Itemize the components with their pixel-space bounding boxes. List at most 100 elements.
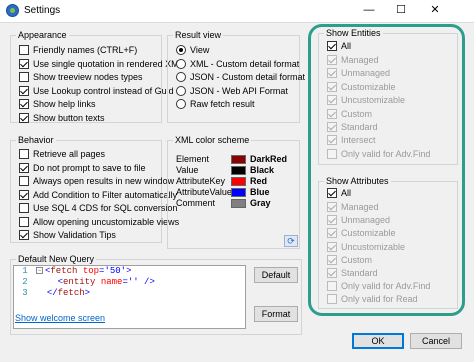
checkbox-option[interactable]: Do not prompt to save to file xyxy=(19,162,146,174)
checkbox-option[interactable]: Add Condition to Filter automatically xyxy=(19,189,177,201)
checkbox[interactable] xyxy=(19,162,29,173)
color-scheme-key: Comment xyxy=(176,198,216,208)
color-scheme-key: Element xyxy=(176,154,210,164)
checkbox[interactable] xyxy=(327,188,337,198)
checkbox-option[interactable]: Always open results in new window xyxy=(19,175,174,187)
checkbox[interactable] xyxy=(19,203,29,213)
checkbox[interactable] xyxy=(327,122,337,132)
cancel-button[interactable]: Cancel xyxy=(410,333,462,349)
checkbox[interactable] xyxy=(327,254,337,265)
close-button[interactable]: ✕ xyxy=(420,0,450,22)
radio-option[interactable]: View xyxy=(176,44,209,56)
maximize-button[interactable]: ☐ xyxy=(386,0,416,22)
checkbox-option[interactable]: Use Lookup control instead of Guid xyxy=(19,85,174,97)
checkbox-option[interactable]: Intersect xyxy=(327,134,376,146)
checkbox-option[interactable]: Show button texts xyxy=(19,112,105,124)
checkbox-option[interactable]: Customizable xyxy=(327,227,396,239)
checkbox[interactable] xyxy=(19,45,29,55)
checkbox-option[interactable]: Use single quotation in rendered XML xyxy=(19,58,184,70)
radio-option[interactable]: Raw fetch result xyxy=(176,98,255,110)
color-swatch[interactable] xyxy=(231,187,246,197)
checkbox-option[interactable]: Managed xyxy=(327,201,379,213)
checkbox[interactable] xyxy=(19,176,29,186)
show-entities-title: Show Entities xyxy=(324,28,383,39)
checkbox-option[interactable]: Unmanaged xyxy=(327,67,390,79)
checkbox[interactable] xyxy=(327,148,337,159)
checkbox-option[interactable]: Retrieve all pages xyxy=(19,148,105,160)
checkbox-option[interactable]: Customizable xyxy=(327,81,396,93)
checkbox[interactable] xyxy=(327,202,337,212)
radio-option[interactable]: JSON - Web API Format xyxy=(176,85,288,97)
code-line-1: − <fetch top='50'> xyxy=(36,266,132,276)
checkbox[interactable] xyxy=(19,149,29,159)
radio-option[interactable]: JSON - Custom detail format xyxy=(176,71,305,83)
code-line-3: </fetch> xyxy=(46,288,91,298)
radio-button[interactable] xyxy=(176,45,186,55)
checkbox[interactable] xyxy=(19,85,29,96)
default-button[interactable]: Default xyxy=(254,267,298,283)
show-welcome-screen-link[interactable]: Show welcome screen xyxy=(15,313,105,323)
checkbox[interactable] xyxy=(19,99,29,109)
checkbox-option[interactable]: Managed xyxy=(327,54,379,66)
minimize-button[interactable]: — xyxy=(354,0,384,22)
result-view-group: Result view View XML - Custom detail form… xyxy=(167,30,305,123)
radio-button[interactable] xyxy=(176,99,186,109)
checkbox-option[interactable]: Standard xyxy=(327,121,378,133)
checkbox-option[interactable]: Use SQL 4 CDS for SQL conversion xyxy=(19,202,177,214)
checkbox[interactable] xyxy=(327,55,337,65)
checkbox-label: Managed xyxy=(341,55,379,65)
radio-button[interactable] xyxy=(176,58,186,69)
checkbox-option[interactable]: Allow opening uncustomizable views xyxy=(19,216,179,228)
checkbox-option[interactable]: Custom xyxy=(327,108,372,120)
checkbox[interactable] xyxy=(19,189,29,200)
format-button[interactable]: Format xyxy=(254,306,298,322)
color-swatch[interactable] xyxy=(231,176,246,186)
checkbox-option[interactable]: Unmanaged xyxy=(327,214,390,226)
checkbox[interactable] xyxy=(19,58,29,69)
color-scheme-key: AttributeValue xyxy=(176,187,232,197)
reset-colors-button[interactable]: ⟳ xyxy=(284,235,298,247)
radio-option[interactable]: XML - Custom detail format xyxy=(176,58,299,70)
checkbox-label: All xyxy=(341,41,352,51)
checkbox[interactable] xyxy=(19,112,29,123)
checkbox[interactable] xyxy=(327,241,337,252)
code-line-2: <entity name='' /> xyxy=(57,277,155,287)
checkbox-option[interactable]: Custom xyxy=(327,254,372,266)
checkbox[interactable] xyxy=(327,215,337,226)
ok-button[interactable]: OK xyxy=(352,333,404,349)
checkbox[interactable] xyxy=(19,230,29,240)
checkbox[interactable] xyxy=(327,68,337,79)
checkbox[interactable] xyxy=(327,108,337,119)
checkbox-option[interactable]: Uncustomizable xyxy=(327,94,405,106)
checkbox-option[interactable]: All xyxy=(327,40,351,52)
checkbox-option[interactable]: Uncustomizable xyxy=(327,241,405,253)
checkbox-option[interactable]: Standard xyxy=(327,267,378,279)
checkbox-option[interactable]: Only valid for Adv.Find xyxy=(327,280,430,292)
color-scheme-row: AttributeKey Red xyxy=(176,176,267,186)
checkbox[interactable] xyxy=(327,41,337,51)
checkbox[interactable] xyxy=(327,228,337,239)
radio-button[interactable] xyxy=(176,72,186,82)
checkbox[interactable] xyxy=(327,135,337,146)
radio-button[interactable] xyxy=(176,85,186,96)
fold-toggle-icon[interactable]: − xyxy=(36,267,43,275)
checkbox[interactable] xyxy=(327,81,337,92)
color-swatch[interactable] xyxy=(231,154,246,164)
color-scheme-value: Blue xyxy=(250,187,270,197)
color-swatch[interactable] xyxy=(231,198,246,208)
color-swatch[interactable] xyxy=(231,165,246,175)
checkbox[interactable] xyxy=(327,268,337,278)
checkbox[interactable] xyxy=(327,95,337,106)
checkbox-option[interactable]: All xyxy=(327,187,351,199)
checkbox-option[interactable]: Only valid for Adv.Find xyxy=(327,148,430,160)
checkbox[interactable] xyxy=(19,216,29,227)
checkbox[interactable] xyxy=(19,72,29,82)
checkbox-option[interactable]: Show help links xyxy=(19,98,96,110)
checkbox-option[interactable]: Show treeview nodes types xyxy=(19,71,143,83)
checkbox[interactable] xyxy=(327,294,337,305)
checkbox[interactable] xyxy=(327,281,337,292)
checkbox-option[interactable]: Only valid for Read xyxy=(327,293,418,305)
checkbox-option[interactable]: Show Validation Tips xyxy=(19,229,116,241)
checkbox-label: Custom xyxy=(341,108,373,119)
checkbox-option[interactable]: Friendly names (CTRL+F) xyxy=(19,44,137,56)
